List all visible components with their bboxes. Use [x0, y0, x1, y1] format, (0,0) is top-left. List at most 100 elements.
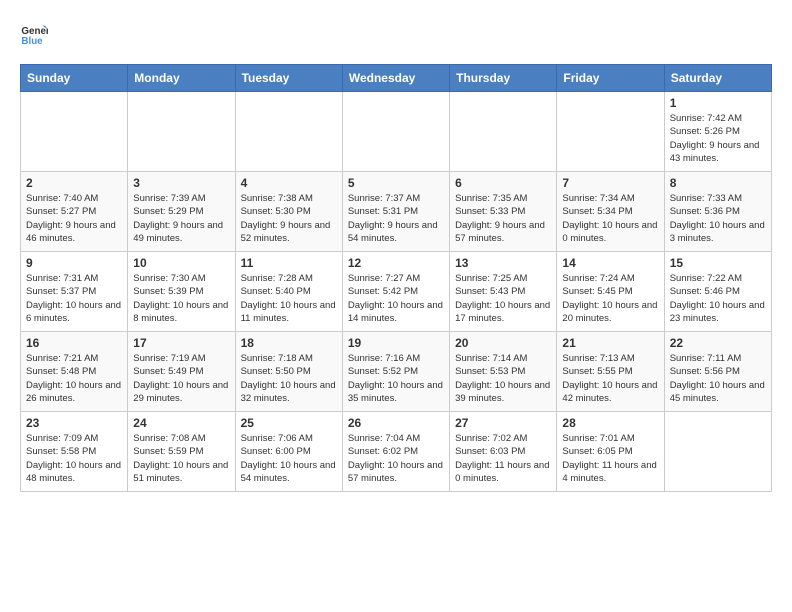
day-cell: [235, 92, 342, 172]
day-cell: [128, 92, 235, 172]
day-info: Sunrise: 7:25 AM Sunset: 5:43 PM Dayligh…: [455, 272, 551, 325]
day-cell: [450, 92, 557, 172]
day-info: Sunrise: 7:28 AM Sunset: 5:40 PM Dayligh…: [241, 272, 337, 325]
day-info: Sunrise: 7:11 AM Sunset: 5:56 PM Dayligh…: [670, 352, 766, 405]
day-cell: 18 Sunrise: 7:18 AM Sunset: 5:50 PM Dayli…: [235, 332, 342, 412]
day-number: 28: [562, 416, 658, 430]
day-cell: 1 Sunrise: 7:42 AM Sunset: 5:26 PM Daylig…: [664, 92, 771, 172]
day-number: 22: [670, 336, 766, 350]
day-info: Sunrise: 7:21 AM Sunset: 5:48 PM Dayligh…: [26, 352, 122, 405]
day-number: 23: [26, 416, 122, 430]
day-cell: 23 Sunrise: 7:09 AM Sunset: 5:58 PM Dayli…: [21, 412, 128, 492]
weekday-header-row: SundayMondayTuesdayWednesdayThursdayFrid…: [21, 65, 772, 92]
logo-icon: General Blue: [20, 20, 48, 48]
day-number: 9: [26, 256, 122, 270]
day-number: 3: [133, 176, 229, 190]
weekday-header-sunday: Sunday: [21, 65, 128, 92]
day-info: Sunrise: 7:39 AM Sunset: 5:29 PM Dayligh…: [133, 192, 229, 245]
day-number: 2: [26, 176, 122, 190]
day-number: 4: [241, 176, 337, 190]
day-cell: 9 Sunrise: 7:31 AM Sunset: 5:37 PM Daylig…: [21, 252, 128, 332]
day-cell: 6 Sunrise: 7:35 AM Sunset: 5:33 PM Daylig…: [450, 172, 557, 252]
week-row-5: 23 Sunrise: 7:09 AM Sunset: 5:58 PM Dayli…: [21, 412, 772, 492]
day-info: Sunrise: 7:02 AM Sunset: 6:03 PM Dayligh…: [455, 432, 551, 485]
day-cell: 11 Sunrise: 7:28 AM Sunset: 5:40 PM Dayli…: [235, 252, 342, 332]
day-info: Sunrise: 7:30 AM Sunset: 5:39 PM Dayligh…: [133, 272, 229, 325]
day-info: Sunrise: 7:18 AM Sunset: 5:50 PM Dayligh…: [241, 352, 337, 405]
day-cell: [664, 412, 771, 492]
day-info: Sunrise: 7:24 AM Sunset: 5:45 PM Dayligh…: [562, 272, 658, 325]
day-info: Sunrise: 7:04 AM Sunset: 6:02 PM Dayligh…: [348, 432, 444, 485]
weekday-header-monday: Monday: [128, 65, 235, 92]
day-number: 14: [562, 256, 658, 270]
day-cell: [342, 92, 449, 172]
day-cell: 20Sunrise: 7:14 AM Sunset: 5:53 PM Dayli…: [450, 332, 557, 412]
day-number: 7: [562, 176, 658, 190]
day-number: 17: [133, 336, 229, 350]
day-info: Sunrise: 7:31 AM Sunset: 5:37 PM Dayligh…: [26, 272, 122, 325]
day-number: 10: [133, 256, 229, 270]
logo: General Blue: [20, 20, 52, 48]
day-number: 6: [455, 176, 551, 190]
day-number: 8: [670, 176, 766, 190]
day-number: 18: [241, 336, 337, 350]
day-cell: 4 Sunrise: 7:38 AM Sunset: 5:30 PM Daylig…: [235, 172, 342, 252]
day-cell: 14 Sunrise: 7:24 AM Sunset: 5:45 PM Dayli…: [557, 252, 664, 332]
day-cell: 3 Sunrise: 7:39 AM Sunset: 5:29 PM Daylig…: [128, 172, 235, 252]
weekday-header-wednesday: Wednesday: [342, 65, 449, 92]
day-cell: 21 Sunrise: 7:13 AM Sunset: 5:55 PM Dayli…: [557, 332, 664, 412]
day-cell: 27 Sunrise: 7:02 AM Sunset: 6:03 PM Dayli…: [450, 412, 557, 492]
day-cell: 13Sunrise: 7:25 AM Sunset: 5:43 PM Dayli…: [450, 252, 557, 332]
weekday-header-tuesday: Tuesday: [235, 65, 342, 92]
week-row-2: 2 Sunrise: 7:40 AM Sunset: 5:27 PM Daylig…: [21, 172, 772, 252]
day-number: 21: [562, 336, 658, 350]
day-number: 25: [241, 416, 337, 430]
day-cell: 5 Sunrise: 7:37 AM Sunset: 5:31 PM Daylig…: [342, 172, 449, 252]
day-cell: [21, 92, 128, 172]
week-row-4: 16 Sunrise: 7:21 AM Sunset: 5:48 PM Dayli…: [21, 332, 772, 412]
day-info: Sunrise: 7:01 AM Sunset: 6:05 PM Dayligh…: [562, 432, 658, 485]
day-cell: 16 Sunrise: 7:21 AM Sunset: 5:48 PM Dayli…: [21, 332, 128, 412]
day-number: 5: [348, 176, 444, 190]
day-cell: 17 Sunrise: 7:19 AM Sunset: 5:49 PM Dayli…: [128, 332, 235, 412]
day-info: Sunrise: 7:22 AM Sunset: 5:46 PM Dayligh…: [670, 272, 766, 325]
day-cell: 2 Sunrise: 7:40 AM Sunset: 5:27 PM Daylig…: [21, 172, 128, 252]
day-info: Sunrise: 7:08 AM Sunset: 5:59 PM Dayligh…: [133, 432, 229, 485]
day-number: 19: [348, 336, 444, 350]
header: General Blue: [20, 20, 772, 48]
day-number: 20: [455, 336, 551, 350]
weekday-header-thursday: Thursday: [450, 65, 557, 92]
day-number: 27: [455, 416, 551, 430]
day-info: Sunrise: 7:38 AM Sunset: 5:30 PM Dayligh…: [241, 192, 337, 245]
day-info: Sunrise: 7:42 AM Sunset: 5:26 PM Dayligh…: [670, 112, 766, 165]
day-info: Sunrise: 7:35 AM Sunset: 5:33 PM Dayligh…: [455, 192, 551, 245]
day-cell: 7 Sunrise: 7:34 AM Sunset: 5:34 PM Daylig…: [557, 172, 664, 252]
day-cell: 24Sunrise: 7:08 AM Sunset: 5:59 PM Dayli…: [128, 412, 235, 492]
day-info: Sunrise: 7:27 AM Sunset: 5:42 PM Dayligh…: [348, 272, 444, 325]
week-row-1: 1 Sunrise: 7:42 AM Sunset: 5:26 PM Daylig…: [21, 92, 772, 172]
weekday-header-friday: Friday: [557, 65, 664, 92]
day-info: Sunrise: 7:40 AM Sunset: 5:27 PM Dayligh…: [26, 192, 122, 245]
day-number: 15: [670, 256, 766, 270]
day-info: Sunrise: 7:34 AM Sunset: 5:34 PM Dayligh…: [562, 192, 658, 245]
day-info: Sunrise: 7:16 AM Sunset: 5:52 PM Dayligh…: [348, 352, 444, 405]
weekday-header-saturday: Saturday: [664, 65, 771, 92]
day-cell: 26 Sunrise: 7:04 AM Sunset: 6:02 PM Dayli…: [342, 412, 449, 492]
day-info: Sunrise: 7:37 AM Sunset: 5:31 PM Dayligh…: [348, 192, 444, 245]
day-info: Sunrise: 7:09 AM Sunset: 5:58 PM Dayligh…: [26, 432, 122, 485]
day-cell: 19 Sunrise: 7:16 AM Sunset: 5:52 PM Dayli…: [342, 332, 449, 412]
day-number: 26: [348, 416, 444, 430]
day-info: Sunrise: 7:19 AM Sunset: 5:49 PM Dayligh…: [133, 352, 229, 405]
day-number: 12: [348, 256, 444, 270]
day-number: 16: [26, 336, 122, 350]
day-cell: 28 Sunrise: 7:01 AM Sunset: 6:05 PM Dayli…: [557, 412, 664, 492]
day-cell: 8 Sunrise: 7:33 AM Sunset: 5:36 PM Daylig…: [664, 172, 771, 252]
day-number: 1: [670, 96, 766, 110]
week-row-3: 9 Sunrise: 7:31 AM Sunset: 5:37 PM Daylig…: [21, 252, 772, 332]
day-cell: 15 Sunrise: 7:22 AM Sunset: 5:46 PM Dayli…: [664, 252, 771, 332]
day-cell: 25Sunrise: 7:06 AM Sunset: 6:00 PM Dayli…: [235, 412, 342, 492]
day-info: Sunrise: 7:33 AM Sunset: 5:36 PM Dayligh…: [670, 192, 766, 245]
day-number: 11: [241, 256, 337, 270]
day-cell: 10 Sunrise: 7:30 AM Sunset: 5:39 PM Dayli…: [128, 252, 235, 332]
day-info: Sunrise: 7:13 AM Sunset: 5:55 PM Dayligh…: [562, 352, 658, 405]
